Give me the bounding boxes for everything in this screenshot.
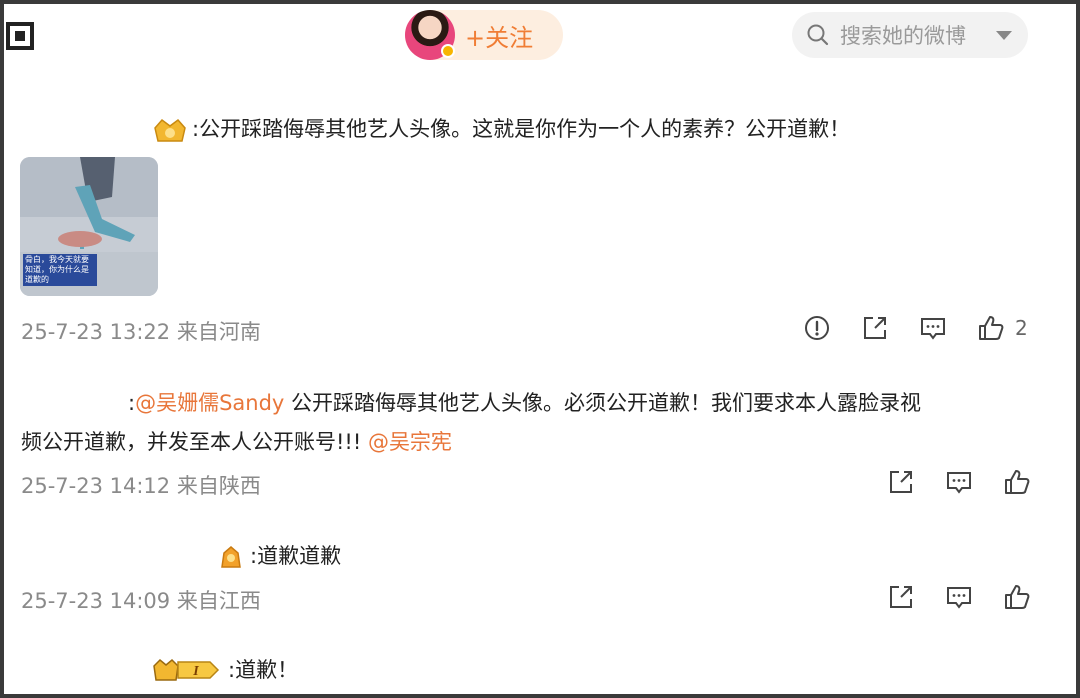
search-icon	[807, 24, 829, 46]
comment-text-line2: 频公开道歉，并发至本人公开账号!!! @吴宗宪	[21, 425, 452, 459]
level-badge-icon: I	[153, 658, 220, 681]
badge-level-label: I	[192, 664, 199, 679]
like-icon[interactable]	[1003, 468, 1031, 496]
comment-text-line1: :@吴姗儒Sandy 公开踩踏侮辱其他艺人头像。必须公开道歉！我们要求本人露脸录…	[128, 386, 921, 420]
profile-follow-pill[interactable]: +关注	[405, 10, 563, 60]
comment-timestamp: 25-7-23 14:09 来自江西	[21, 589, 261, 613]
verified-badge-icon	[441, 44, 455, 58]
comment-icon[interactable]	[945, 583, 973, 611]
report-icon[interactable]	[803, 314, 831, 342]
comment-timestamp: 25-7-23 13:22 来自河南	[21, 320, 261, 344]
mention-link[interactable]: @吴宗宪	[368, 430, 452, 454]
qr-code-icon[interactable]	[6, 22, 34, 50]
mention-link[interactable]: @吴姗儒Sandy	[135, 391, 284, 415]
share-icon[interactable]	[861, 314, 889, 342]
search-input[interactable]: 搜索她的微博	[792, 12, 1028, 58]
like-icon[interactable]	[1003, 583, 1031, 611]
comment-text: :道歉！	[228, 658, 299, 682]
like-icon[interactable]	[977, 314, 1005, 342]
crown-badge-icon	[154, 118, 186, 142]
comment-text: :公开踩踏侮辱其他艺人头像。这就是你作为一个人的素养？公开道歉！	[192, 117, 851, 141]
fan-badge-icon	[221, 546, 241, 568]
search-placeholder: 搜索她的微博	[840, 24, 966, 48]
comment-text: 频公开道歉，并发至本人公开账号!!!	[21, 430, 368, 454]
comment-text: 公开踩踏侮辱其他艺人头像。必须公开道歉！我们要求本人露脸录视	[284, 391, 922, 415]
avatar[interactable]	[405, 10, 455, 60]
follow-button[interactable]: +关注	[465, 18, 533, 53]
comment-image[interactable]: 骨白，我今天就要知道，你为什么是道歉的	[20, 157, 158, 296]
comment-icon[interactable]	[945, 468, 973, 496]
comment-text: :道歉道歉	[250, 544, 342, 568]
comment-timestamp: 25-7-23 14:12 来自陕西	[21, 474, 261, 498]
comment-icon[interactable]	[919, 314, 947, 342]
share-icon[interactable]	[887, 583, 915, 611]
image-caption: 骨白，我今天就要知道，你为什么是道歉的	[23, 254, 97, 286]
chevron-down-icon[interactable]	[996, 30, 1012, 40]
share-icon[interactable]	[887, 468, 915, 496]
like-count: 2	[1015, 316, 1028, 340]
